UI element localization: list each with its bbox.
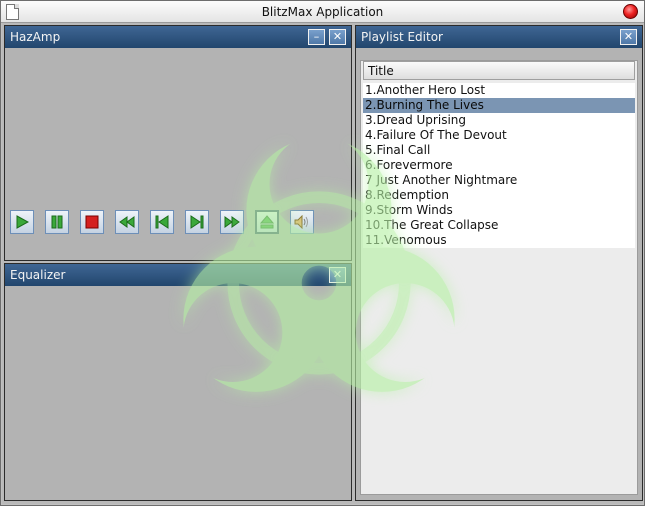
playlist-track-row[interactable]: 7 Just Another Nightmare xyxy=(363,173,635,188)
app-window: BlitzMax Application HazAmp – ✕ Equalize… xyxy=(0,0,645,506)
playlist-track-row[interactable]: 10.The Great Collapse xyxy=(363,218,635,233)
volume-button[interactable] xyxy=(290,210,314,234)
rewind-icon xyxy=(119,216,135,228)
stop-icon xyxy=(85,215,99,229)
skip-back-icon xyxy=(155,215,169,229)
playlist-track-row[interactable]: 11.Venomous xyxy=(363,233,635,248)
pause-icon xyxy=(51,215,63,229)
hazamp-close-button[interactable]: ✕ xyxy=(329,29,346,45)
equalizer-panel: Equalizer ✕ xyxy=(4,263,352,501)
playlist-track-row[interactable]: 4.Failure Of The Devout xyxy=(363,128,635,143)
client-area: HazAmp – ✕ Equalizer ✕ Playlist Editor ✕… xyxy=(2,23,643,504)
play-icon xyxy=(16,215,29,229)
playlist-track-row[interactable]: 8.Redemption xyxy=(363,188,635,203)
column-header-title[interactable]: Title xyxy=(363,61,635,80)
playlist-track-row[interactable]: 9.Storm Winds xyxy=(363,203,635,218)
playlist-title: Playlist Editor xyxy=(361,30,443,44)
hazamp-minimize-button[interactable]: – xyxy=(308,29,325,45)
hazamp-panel: HazAmp – ✕ xyxy=(4,25,352,261)
equalizer-title: Equalizer xyxy=(10,268,66,282)
skip-forward-icon xyxy=(190,215,204,229)
playlist-close-button[interactable]: ✕ xyxy=(620,29,637,45)
next-track-button[interactable] xyxy=(185,210,209,234)
hazamp-title: HazAmp xyxy=(10,30,61,44)
pause-button[interactable] xyxy=(45,210,69,234)
playlist-track-row[interactable]: 6.Forevermore xyxy=(363,158,635,173)
playlist-track-row[interactable]: 1.Another Hero Lost xyxy=(363,83,635,98)
fast-forward-icon xyxy=(224,216,240,228)
playlist-header[interactable]: Playlist Editor ✕ xyxy=(356,26,642,48)
playlist-track-row[interactable]: 3.Dread Uprising xyxy=(363,113,635,128)
playlist-list[interactable]: Title 1.Another Hero Lost 2.Burning The L… xyxy=(360,60,638,495)
fast-forward-button[interactable] xyxy=(220,210,244,234)
equalizer-close-button[interactable]: ✕ xyxy=(329,267,346,283)
track-rows: 1.Another Hero Lost 2.Burning The Lives 3.… xyxy=(363,83,635,248)
playlist-panel: Playlist Editor ✕ Title 1.Another Hero L… xyxy=(355,25,643,501)
playlist-track-row[interactable]: 5.Final Call xyxy=(363,143,635,158)
stop-button[interactable] xyxy=(80,210,104,234)
previous-track-button[interactable] xyxy=(150,210,174,234)
window-close-icon[interactable] xyxy=(623,4,638,19)
hazamp-header[interactable]: HazAmp – ✕ xyxy=(5,26,351,48)
equalizer-header[interactable]: Equalizer ✕ xyxy=(5,264,351,286)
rewind-button[interactable] xyxy=(115,210,139,234)
window-titlebar[interactable]: BlitzMax Application xyxy=(1,1,644,23)
eject-button[interactable] xyxy=(255,210,279,234)
playlist-track-row[interactable]: 2.Burning The Lives xyxy=(363,98,635,113)
speaker-icon xyxy=(294,215,308,229)
window-title: BlitzMax Application xyxy=(261,5,384,19)
play-button[interactable] xyxy=(10,210,34,234)
eject-icon xyxy=(260,215,274,229)
